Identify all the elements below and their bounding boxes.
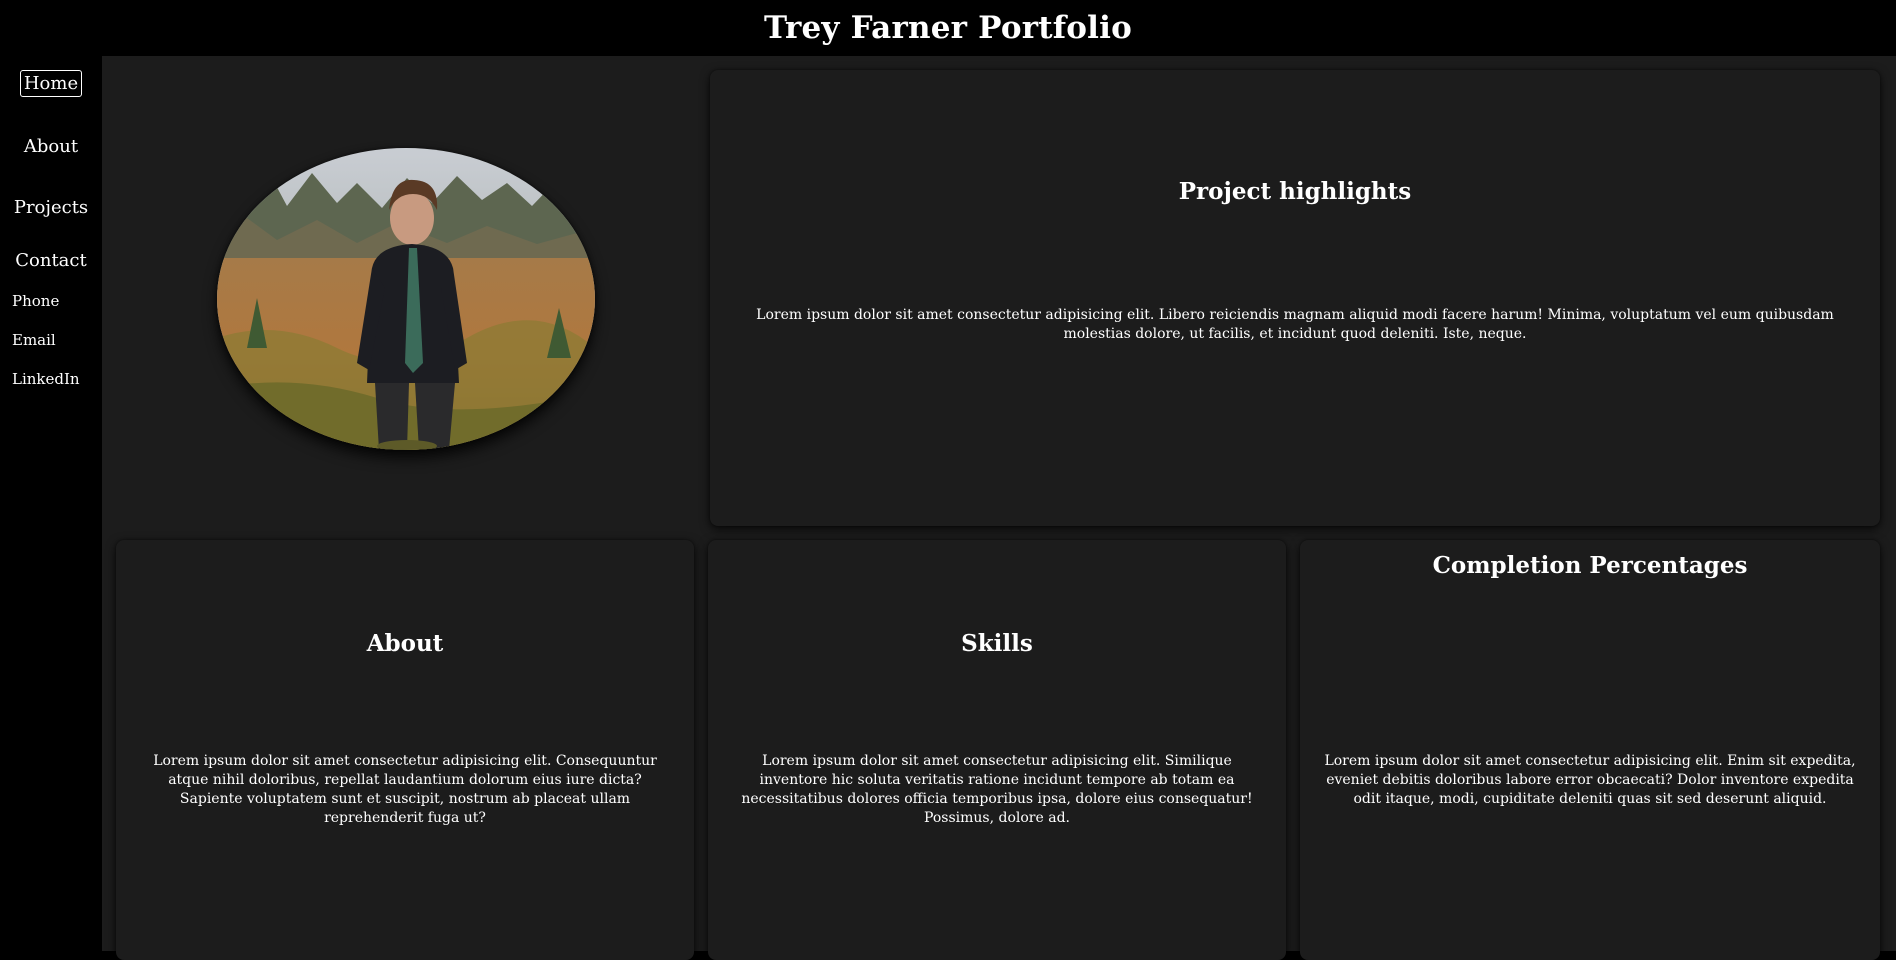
sidebar: Home About Projects Contact Phone Email … bbox=[0, 56, 102, 951]
completion-card: Completion Percentages Lorem ipsum dolor… bbox=[1300, 540, 1880, 960]
nav-contact[interactable]: Contact bbox=[0, 250, 102, 271]
page-title: Trey Farner Portfolio bbox=[763, 10, 1133, 46]
completion-title: Completion Percentages bbox=[1432, 552, 1748, 579]
nav-about[interactable]: About bbox=[0, 136, 102, 157]
main-content: Project highlights Lorem ipsum dolor sit… bbox=[102, 56, 1896, 960]
nav-home-label: Home bbox=[19, 70, 83, 97]
about-title: About bbox=[366, 630, 444, 657]
profile-photo-image bbox=[217, 148, 595, 450]
contact-linkedin-link[interactable]: LinkedIn bbox=[12, 370, 80, 388]
contact-phone-link[interactable]: Phone bbox=[12, 292, 59, 310]
profile-photo bbox=[217, 148, 595, 450]
nav-home[interactable]: Home bbox=[0, 70, 102, 97]
nav-about-label: About bbox=[23, 136, 79, 157]
skills-body: Lorem ipsum dolor sit amet consectetur a… bbox=[741, 753, 1253, 826]
site-header: Trey Farner Portfolio bbox=[0, 0, 1896, 56]
project-highlights-title: Project highlights bbox=[1178, 178, 1412, 205]
contact-email-link[interactable]: Email bbox=[12, 331, 56, 349]
about-body: Lorem ipsum dolor sit amet consectetur a… bbox=[153, 753, 657, 826]
project-highlights-body: Lorem ipsum dolor sit amet consectetur a… bbox=[756, 307, 1834, 342]
nav-projects[interactable]: Projects bbox=[0, 197, 102, 218]
skills-title: Skills bbox=[961, 630, 1033, 657]
skills-card: Skills Lorem ipsum dolor sit amet consec… bbox=[708, 540, 1286, 960]
nav-projects-label: Projects bbox=[13, 197, 89, 218]
completion-body: Lorem ipsum dolor sit amet consectetur a… bbox=[1324, 753, 1856, 807]
nav-contact-label: Contact bbox=[15, 250, 87, 271]
about-card: About Lorem ipsum dolor sit amet consect… bbox=[116, 540, 694, 960]
project-highlights-card: Project highlights Lorem ipsum dolor sit… bbox=[710, 70, 1880, 526]
